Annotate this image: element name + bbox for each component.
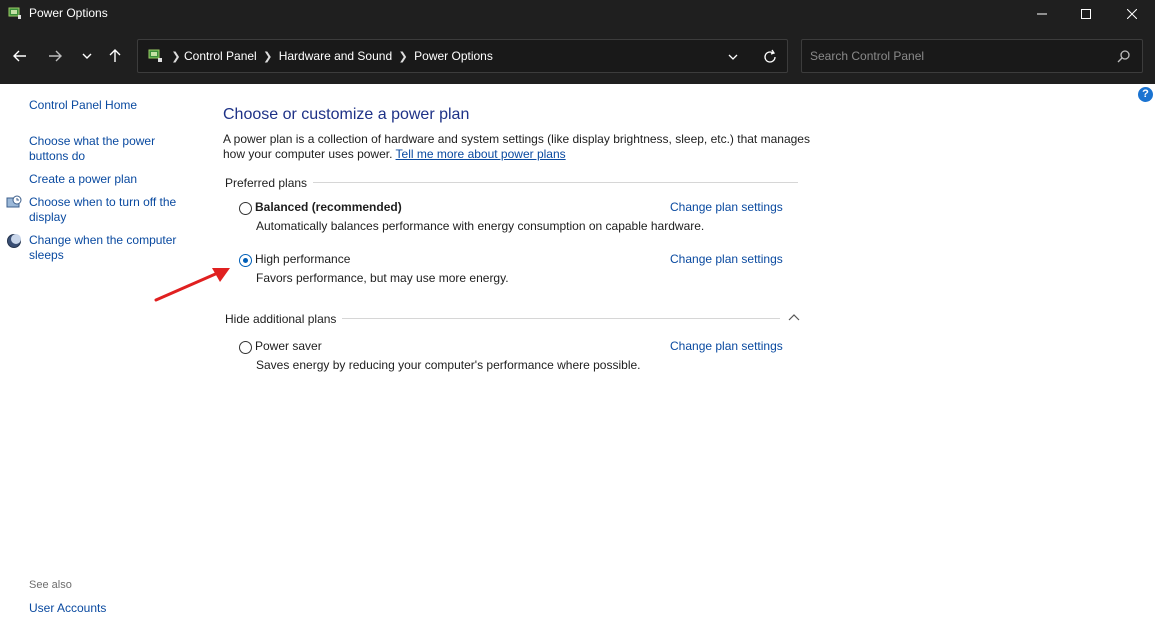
chevron-down-icon xyxy=(82,53,92,59)
search-box xyxy=(801,39,1143,73)
arrow-up-icon xyxy=(109,49,121,62)
chevron-right-icon: ❯ xyxy=(398,50,408,63)
chevron-up-icon[interactable] xyxy=(787,311,801,325)
learn-more-link[interactable]: Tell me more about power plans xyxy=(396,147,566,161)
refresh-button[interactable] xyxy=(762,49,778,65)
address-bar: ❯ Control Panel ❯ Hardware and Sound ❯ P… xyxy=(0,28,1155,84)
control-panel-icon xyxy=(147,48,163,64)
title-bar: Power Options xyxy=(0,0,1155,28)
change-plan-settings-balanced[interactable]: Change plan settings xyxy=(670,200,783,214)
chevron-right-icon: ❯ xyxy=(171,50,181,63)
sidebar-item-power-buttons[interactable]: Choose what the power buttons do xyxy=(29,134,179,164)
maximize-button[interactable] xyxy=(1063,0,1109,28)
window-title: Power Options xyxy=(29,6,108,20)
plan-desc-balanced: Automatically balances performance with … xyxy=(256,219,705,233)
search-icon[interactable] xyxy=(1117,49,1131,63)
page-description: A power plan is a collection of hardware… xyxy=(223,132,823,162)
back-button[interactable] xyxy=(9,45,31,67)
breadcrumb-hardware-and-sound[interactable]: Hardware and Sound xyxy=(279,49,392,63)
change-plan-settings-power-saver[interactable]: Change plan settings xyxy=(670,339,783,353)
sidebar-item-computer-sleeps[interactable]: Change when the computer sleeps xyxy=(29,233,189,263)
sidebar-item-turn-off-display[interactable]: Choose when to turn off the display xyxy=(29,195,189,225)
preferred-plans-label: Preferred plans xyxy=(225,176,314,190)
refresh-icon xyxy=(764,49,776,63)
breadcrumb-control-panel[interactable]: Control Panel xyxy=(184,49,257,63)
plan-desc-power-saver: Saves energy by reducing your computer's… xyxy=(256,358,641,372)
plan-desc-high-performance: Favors performance, but may use more ene… xyxy=(256,271,509,285)
forward-button[interactable] xyxy=(44,45,66,67)
address-path-box[interactable]: ❯ Control Panel ❯ Hardware and Sound ❯ P… xyxy=(137,39,788,73)
see-also-label: See also xyxy=(29,579,72,591)
breadcrumb-power-options[interactable]: Power Options xyxy=(414,49,493,63)
moon-icon xyxy=(6,233,22,249)
plan-name-power-saver[interactable]: Power saver xyxy=(255,339,322,353)
up-button[interactable] xyxy=(104,45,126,67)
address-dropdown-button[interactable] xyxy=(726,50,740,64)
arrow-right-icon xyxy=(49,50,62,62)
hide-additional-plans-label[interactable]: Hide additional plans xyxy=(225,312,343,326)
search-input[interactable] xyxy=(803,41,1103,71)
plan-name-balanced[interactable]: Balanced (recommended) xyxy=(255,200,402,214)
radio-balanced[interactable] xyxy=(239,202,252,215)
sidebar-control-panel-home[interactable]: Control Panel Home xyxy=(29,98,137,113)
minimize-button[interactable] xyxy=(1019,0,1065,28)
change-plan-settings-high-performance[interactable]: Change plan settings xyxy=(670,252,783,266)
page-title: Choose or customize a power plan xyxy=(223,106,470,123)
display-icon xyxy=(6,195,22,211)
help-icon[interactable]: ? xyxy=(1138,87,1153,102)
arrow-left-icon xyxy=(13,50,26,62)
chevron-down-icon xyxy=(728,54,738,60)
chevron-right-icon: ❯ xyxy=(263,50,273,63)
plan-name-high-performance[interactable]: High performance xyxy=(255,252,350,266)
annotation-arrow-icon xyxy=(154,268,230,302)
sidebar-item-create-plan[interactable]: Create a power plan xyxy=(29,172,137,187)
radio-power-saver[interactable] xyxy=(239,341,252,354)
power-options-icon xyxy=(8,6,22,20)
breadcrumb: ❯ Control Panel ❯ Hardware and Sound ❯ P… xyxy=(168,49,493,63)
radio-high-performance[interactable] xyxy=(239,254,252,267)
close-button[interactable] xyxy=(1109,0,1155,28)
recent-locations-button[interactable] xyxy=(76,45,98,67)
sidebar-user-accounts[interactable]: User Accounts xyxy=(29,601,106,616)
